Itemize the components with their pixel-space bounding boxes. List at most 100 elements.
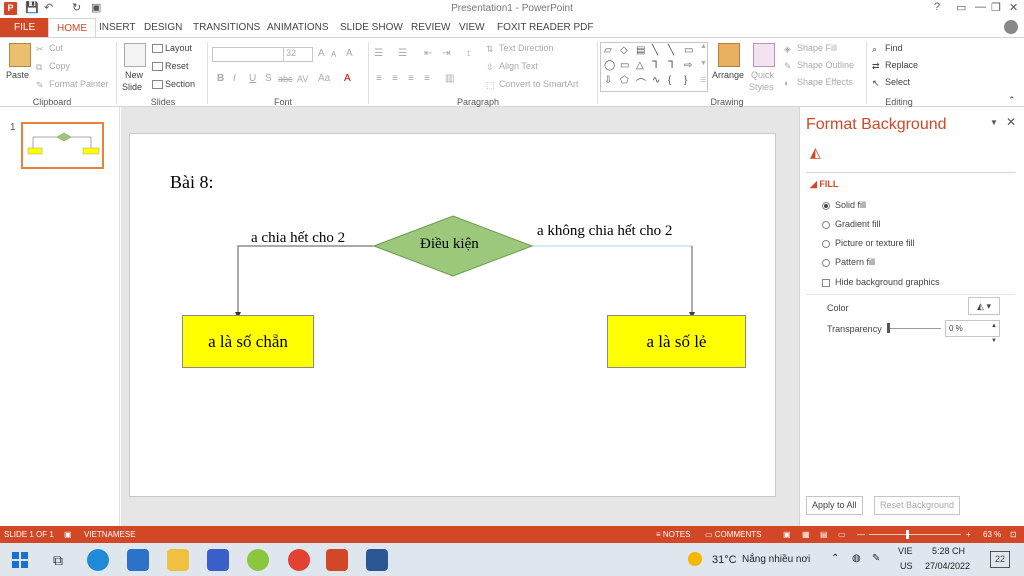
zoom-out-icon[interactable]: — xyxy=(857,530,865,539)
network-icon[interactable]: ◍ xyxy=(852,553,861,564)
font-name-input[interactable] xyxy=(212,47,284,62)
tab-slide-show[interactable]: SLIDE SHOW xyxy=(340,18,403,37)
fill-section-header[interactable]: ◢ FILL xyxy=(810,179,838,190)
increase-indent-icon[interactable]: ⇥ xyxy=(442,48,450,59)
shape-arrow-down-icon[interactable]: ⇩ xyxy=(604,75,612,86)
edge-browser-icon[interactable] xyxy=(87,549,109,571)
tab-file[interactable]: FILE xyxy=(0,18,50,37)
new-slide-icon[interactable] xyxy=(124,43,146,67)
clock-time[interactable]: 5:28 CH xyxy=(932,546,965,556)
left-branch-label[interactable]: a chia hết cho 2 xyxy=(251,230,345,247)
zoom-in-icon[interactable]: + xyxy=(966,530,971,539)
tab-foxit-reader-pdf[interactable]: FOXIT READER PDF xyxy=(497,18,594,37)
pattern-fill-radio[interactable] xyxy=(822,258,830,267)
paste-icon[interactable] xyxy=(9,43,31,67)
shape-elbow2-icon[interactable]: ⅂ xyxy=(668,60,674,71)
language-status[interactable]: VIETNAMESE xyxy=(84,530,136,539)
user-avatar-icon[interactable] xyxy=(1004,20,1018,34)
justify-icon[interactable]: ≡ xyxy=(424,73,430,84)
odd-result-box[interactable]: a là số lẻ xyxy=(607,315,746,368)
shape-effects-button[interactable]: ◐ Shape Effects xyxy=(784,77,853,88)
gradient-fill-radio[interactable] xyxy=(822,220,830,229)
clock-date[interactable]: 27/04/2022 xyxy=(925,561,970,571)
shape-elbow-icon[interactable]: ⅂ xyxy=(652,60,658,71)
shape-line2-icon[interactable]: ╲ xyxy=(668,45,674,56)
hide-graphics-checkbox[interactable] xyxy=(822,278,830,287)
solid-fill-radio[interactable] xyxy=(822,201,830,210)
arrange-button[interactable]: Arrange xyxy=(712,70,744,80)
fit-slide-icon[interactable]: ⊡ xyxy=(1010,530,1017,539)
tab-view[interactable]: VIEW xyxy=(459,18,485,37)
align-left-icon[interactable]: ≡ xyxy=(376,73,382,84)
pane-close-icon[interactable]: ✕ xyxy=(1006,115,1016,129)
right-branch-label[interactable]: a không chia hết cho 2 xyxy=(537,223,672,240)
line-spacing-icon[interactable]: ↕ xyxy=(466,48,471,59)
copy-button[interactable]: ⧉ Copy xyxy=(36,61,70,72)
even-result-box[interactable]: a là số chẵn xyxy=(182,315,314,368)
notifications-icon[interactable]: 22 xyxy=(990,551,1010,568)
align-center-icon[interactable]: ≡ xyxy=(392,73,398,84)
keyboard-layout[interactable]: US xyxy=(900,561,913,571)
align-text-button[interactable]: ⇳ Align Text xyxy=(486,61,538,72)
zoom-slider[interactable] xyxy=(869,534,961,535)
bullets-icon[interactable]: ☰ xyxy=(374,48,383,59)
slide-sorter-icon[interactable]: ▦ xyxy=(802,530,810,539)
quick-styles-label[interactable]: Quick xyxy=(751,70,774,80)
slideshow-view-icon[interactable]: ▭ xyxy=(838,530,846,539)
shapes-scroll-down-icon[interactable]: ▼ xyxy=(700,60,707,67)
word-taskbar-icon[interactable] xyxy=(366,549,388,571)
reading-view-icon[interactable]: ▤ xyxy=(820,530,828,539)
cut-button[interactable]: ✂ Cut xyxy=(36,43,63,54)
picture-fill-option[interactable]: Picture or texture fill xyxy=(822,238,915,248)
weather-temperature[interactable]: 31°C xyxy=(712,554,737,566)
weather-description[interactable]: Nắng nhiều nơi xyxy=(742,554,810,565)
bold-button[interactable]: B xyxy=(217,73,224,84)
proofing-icon[interactable]: ▣ xyxy=(64,530,72,539)
italic-button[interactable]: I xyxy=(233,73,236,84)
app-icon[interactable] xyxy=(207,549,229,571)
file-explorer-icon[interactable] xyxy=(167,549,189,571)
clear-formatting-button[interactable]: A xyxy=(346,48,353,59)
reset-button[interactable]: Reset xyxy=(152,61,189,72)
color-picker-button[interactable]: ◭ ▾ xyxy=(968,297,1000,315)
tab-design[interactable]: DESIGN xyxy=(144,18,182,37)
restore-icon[interactable]: ❐ xyxy=(991,1,1001,14)
grow-font-button[interactable]: A xyxy=(318,48,325,59)
shape-brace-icon[interactable]: { xyxy=(668,75,671,86)
find-button[interactable]: ⌕ Find xyxy=(872,43,903,54)
new-slide-label[interactable]: New xyxy=(125,70,143,80)
tab-animations[interactable]: ANIMATIONS xyxy=(267,18,328,37)
transparency-slider-handle[interactable] xyxy=(887,323,890,333)
shape-parallelogram-icon[interactable]: ▱ xyxy=(604,45,612,56)
font-size-input[interactable]: 32 xyxy=(283,47,313,62)
change-case-button[interactable]: Aa xyxy=(318,73,330,84)
gradient-fill-option[interactable]: Gradient fill xyxy=(822,219,881,229)
quick-styles-label-2[interactable]: Styles xyxy=(749,82,774,92)
shrink-font-button[interactable]: A xyxy=(331,50,336,59)
transparency-input[interactable]: 0 % ▲ ▼ xyxy=(945,320,1000,344)
columns-icon[interactable]: ▥ xyxy=(445,73,454,84)
shape-diamond-icon[interactable]: ◇ xyxy=(620,45,628,56)
fill-bucket-icon[interactable]: ◭ xyxy=(810,144,828,160)
collapse-ribbon-icon[interactable]: ⌃ xyxy=(1008,95,1016,106)
chrome-icon[interactable] xyxy=(288,549,310,571)
close-icon[interactable]: ✕ xyxy=(1009,1,1018,14)
shape-oval-icon[interactable]: ◯ xyxy=(604,60,615,71)
tab-transitions[interactable]: TRANSITIONS xyxy=(193,18,260,37)
strikethrough-button[interactable]: abc xyxy=(278,74,293,84)
slide-thumbnail[interactable] xyxy=(21,122,104,169)
weather-icon[interactable] xyxy=(688,552,702,566)
windows-start-icon[interactable] xyxy=(9,549,31,571)
section-button[interactable]: Section xyxy=(152,79,195,90)
shape-triangle-icon[interactable]: △ xyxy=(636,60,644,71)
tab-review[interactable]: REVIEW xyxy=(411,18,450,37)
shape-arrow-right-icon[interactable]: ⇨ xyxy=(684,60,692,71)
ribbon-display-icon[interactable]: ▭ xyxy=(956,1,966,14)
shapes-more-icon[interactable]: ☰ xyxy=(700,76,706,84)
shape-rectangle-icon[interactable]: ▭ xyxy=(684,45,693,56)
zoom-level[interactable]: 63 % xyxy=(983,530,1001,539)
pen-icon[interactable]: ✎ xyxy=(872,553,880,564)
font-color-icon[interactable]: A xyxy=(344,73,351,84)
tab-home[interactable]: HOME xyxy=(48,18,96,37)
transparency-slider[interactable] xyxy=(888,328,941,329)
